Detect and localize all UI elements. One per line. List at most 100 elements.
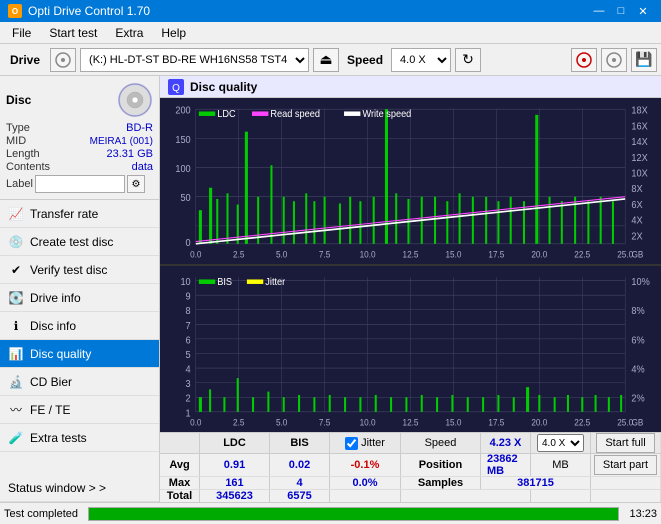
svg-text:2.5: 2.5 [233,249,245,259]
svg-text:0.0: 0.0 [190,417,202,427]
svg-text:5.0: 5.0 [276,417,288,427]
menu-bar: File Start test Extra Help [0,22,661,44]
svg-text:100: 100 [175,164,190,175]
extra-tests-icon: 🧪 [8,430,24,446]
sidebar-item-extra-tests[interactable]: 🧪 Extra tests [0,424,159,452]
svg-text:6: 6 [186,335,191,346]
minimize-button[interactable]: — [589,3,609,19]
stats-speed-select[interactable]: 4.0 X [537,434,584,452]
position-unit: MB [531,454,591,476]
svg-text:18X: 18X [631,105,648,116]
jitter-checkbox[interactable] [345,437,358,450]
eject-button[interactable]: ⏏ [313,48,339,72]
maximize-button[interactable]: □ [611,3,631,19]
avg-bis: 0.02 [270,454,330,476]
svg-text:12.5: 12.5 [403,417,419,427]
stats-bar: LDC BIS Jitter Speed 4.23 X 4.0 X [160,432,661,502]
menu-extra[interactable]: Extra [107,22,151,43]
empty-cell [591,477,661,489]
disc-quality-icon: 📊 [8,346,24,362]
svg-text:22.5: 22.5 [574,417,590,427]
save-button[interactable]: 💾 [631,48,657,72]
svg-text:Read speed: Read speed [270,109,320,120]
svg-text:BIS: BIS [217,277,232,288]
svg-text:17.5: 17.5 [488,249,504,259]
create-disc-icon: 💿 [8,234,24,250]
main-area: Disc Type BD-R MID MEIRA1 (001) Length 2… [0,76,661,502]
status-text: Test completed [4,508,78,520]
start-full-button[interactable]: Start full [596,433,654,453]
svg-text:9: 9 [186,291,191,302]
menu-help[interactable]: Help [153,22,194,43]
stats-header-btn: Start full [591,433,661,453]
drive-toolbar: Drive (K:) HL-DT-ST BD-RE WH16NS58 TST4 … [0,44,661,76]
svg-text:2.5: 2.5 [233,417,245,427]
transfer-rate-icon: 📈 [8,206,24,222]
max-jitter: 0.0% [330,477,401,489]
speed-label: Speed [343,53,387,67]
sidebar-item-transfer-rate[interactable]: 📈 Transfer rate [0,200,159,228]
sidebar-item-fe-te[interactable]: 〰 FE / TE [0,396,159,424]
speed-select[interactable]: 4.0 X [391,48,451,72]
svg-text:LDC: LDC [217,109,235,120]
svg-text:20.0: 20.0 [531,249,547,259]
app-icon: O [8,4,22,18]
max-ldc: 161 [200,477,270,489]
menu-start-test[interactable]: Start test [41,22,105,43]
svg-text:Write speed: Write speed [362,109,411,120]
svg-text:150: 150 [175,135,190,146]
chart-ldc: 200 150 100 50 0 18X 16X 14X 12X 10X 8X … [160,98,661,264]
start-part-cell: Start part [591,454,661,476]
svg-text:6X: 6X [631,200,643,211]
svg-text:7.5: 7.5 [319,417,331,427]
stats-header-speed: Speed [401,433,481,453]
total-right-empty [401,490,531,502]
svg-text:7: 7 [186,320,191,331]
chart-bis-svg: 10 9 8 7 6 5 4 3 2 1 10% 8% 6% 4% 2% [160,266,661,432]
max-bis: 4 [270,477,330,489]
drive-icon-btn[interactable] [50,48,76,72]
close-button[interactable]: ✕ [633,3,653,19]
svg-text:Jitter: Jitter [265,277,286,288]
sidebar-item-create-test-disc[interactable]: 💿 Create test disc [0,228,159,256]
sidebar-item-drive-info[interactable]: 💽 Drive info [0,284,159,312]
svg-text:3: 3 [186,379,191,390]
quality-header: Q Disc quality [160,76,661,98]
svg-text:0.0: 0.0 [190,249,202,259]
cd-bier-icon: 🔬 [8,374,24,390]
start-part-button[interactable]: Start part [594,455,657,475]
disc-btn-2[interactable] [601,48,627,72]
status-window-btn[interactable]: Status window > > [0,474,159,502]
svg-text:5.0: 5.0 [276,249,288,259]
samples-value: 381715 [481,477,591,489]
disc-image [117,82,153,118]
avg-ldc: 0.91 [200,454,270,476]
sidebar-item-verify-test-disc[interactable]: ✔ Verify test disc [0,256,159,284]
sidebar-item-disc-info[interactable]: ℹ Disc info [0,312,159,340]
menu-file[interactable]: File [4,22,39,43]
status-bar: Test completed 13:23 [0,502,661,524]
svg-text:5: 5 [186,350,191,361]
disc-info-icon: ℹ [8,318,24,334]
content-area: Q Disc quality [160,76,661,502]
svg-text:200: 200 [175,105,190,116]
stats-header-bis: BIS [270,433,330,453]
disc-contents-row: Contents data [6,161,153,173]
drive-label: Drive [4,53,46,67]
svg-text:22.5: 22.5 [574,249,590,259]
disc-btn-1[interactable] [571,48,597,72]
svg-text:17.5: 17.5 [488,417,504,427]
charts-area: 200 150 100 50 0 18X 16X 14X 12X 10X 8X … [160,98,661,432]
disc-label-btn[interactable]: ⚙ [127,175,145,193]
svg-text:10: 10 [180,277,190,288]
disc-label-input[interactable] [35,175,125,193]
jitter-label: Jitter [361,437,385,449]
sidebar-item-cd-bier[interactable]: 🔬 CD Bier [0,368,159,396]
refresh-button[interactable]: ↻ [455,48,481,72]
svg-text:8%: 8% [631,306,645,317]
stats-header-speed-select: 4.0 X [531,433,591,453]
drive-select[interactable]: (K:) HL-DT-ST BD-RE WH16NS58 TST4 [80,48,309,72]
max-label: Max [160,477,200,489]
sidebar-item-disc-quality[interactable]: 📊 Disc quality [0,340,159,368]
total-bis: 6575 [270,490,330,502]
